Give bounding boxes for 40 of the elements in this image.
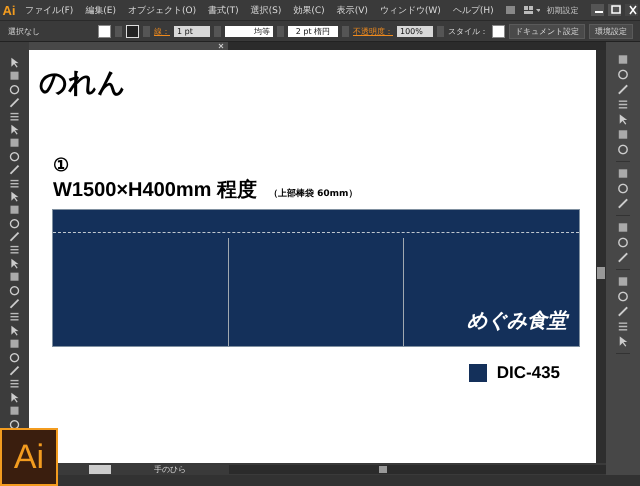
menu-item[interactable]: ファイル(F) — [20, 4, 78, 16]
brush-field[interactable]: 2 pt 楕円 — [288, 26, 338, 36]
stroke-swatch[interactable] — [126, 24, 139, 38]
style-label: スタイル： — [448, 26, 488, 36]
color-code: DIC-435 — [496, 363, 560, 383]
stroke-profile-field[interactable]: 均等 — [225, 26, 273, 36]
app-logo: Ai — [2, 2, 17, 18]
minimize-icon[interactable] — [590, 4, 604, 16]
menu-item[interactable]: ウィンドウ(W) — [374, 4, 446, 16]
maximize-icon[interactable] — [608, 4, 621, 16]
menu-item[interactable]: 表示(V) — [332, 4, 373, 16]
workspace-switcher[interactable]: 初期設定 — [546, 4, 579, 16]
menu-item[interactable]: 書式(T) — [203, 4, 244, 16]
settings-button[interactable]: ドキュメント設定 — [509, 24, 585, 38]
horizontal-scrollbar[interactable] — [229, 464, 606, 474]
fill-swatch[interactable] — [98, 24, 111, 38]
menu-item[interactable]: 効果(C) — [288, 4, 330, 16]
opacity-label[interactable]: 不透明度： — [353, 26, 393, 36]
artboard-field[interactable] — [89, 464, 111, 474]
selection-status: 選択なし — [8, 26, 40, 36]
app-badge: Ai — [0, 428, 58, 486]
banner-logo-text: めぐみ食堂 — [467, 307, 567, 334]
menu-item[interactable]: 編集(E) — [80, 4, 121, 16]
style-swatch[interactable] — [492, 24, 505, 38]
menu-item[interactable]: オブジェクト(O) — [123, 4, 202, 16]
close-icon[interactable] — [624, 4, 638, 16]
stroke-label[interactable]: 線： — [154, 26, 170, 36]
page-heading: のれん — [39, 67, 127, 101]
vertical-scrollbar[interactable] — [596, 50, 606, 463]
menu-item[interactable]: ヘルプ(H) — [448, 4, 499, 16]
size-note: （上部棒袋 60mm） — [268, 187, 358, 200]
menu-item[interactable]: 選択(S) — [246, 4, 286, 16]
size-text: W1500×H400mm 程度 — [53, 178, 257, 203]
current-tool: 手のひら — [153, 464, 187, 474]
close-icon[interactable] — [218, 43, 224, 49]
settings-button[interactable]: 環境設定 — [589, 24, 633, 38]
item-number: ① — [53, 154, 70, 176]
opacity-field[interactable]: 100% — [397, 26, 433, 36]
stroke-weight-field[interactable]: 1 pt — [174, 26, 210, 36]
color-swatch — [468, 364, 487, 382]
